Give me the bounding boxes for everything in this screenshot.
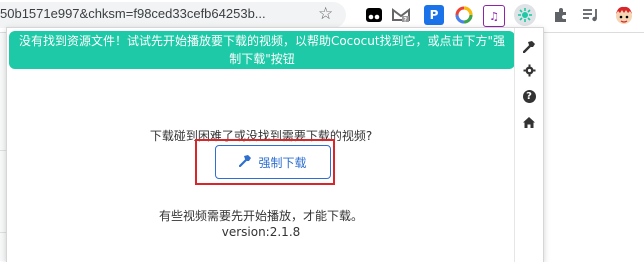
url-text[interactable]: 50b1571e997&chksm=f98ced33cefb64253b... <box>0 6 266 21</box>
hammer-icon <box>239 154 252 170</box>
version-text: version:2.1.8 <box>221 225 301 239</box>
force-download-label: 强制下载 <box>258 155 307 170</box>
puzzle-icon[interactable] <box>551 5 571 25</box>
force-download-button[interactable]: 强制下载 <box>215 145 331 179</box>
address-bar[interactable]: 50b1571e997&chksm=f98ced33cefb64253b... … <box>0 2 346 28</box>
avatar-icon[interactable] <box>612 3 636 27</box>
cococut-icon[interactable] <box>514 4 536 26</box>
help-icon[interactable]: ? <box>521 88 537 104</box>
notice-banner: 没有找到资源文件！试试先开始播放要下载的视频，以帮助Cococut找到它，或点击… <box>9 31 515 69</box>
star-icon[interactable]: ☆ <box>318 4 333 24</box>
playlist-icon[interactable] <box>581 5 601 25</box>
hint-text: 有些视频需要先开始播放，才能下载。 <box>158 209 363 223</box>
svg-text:?: ? <box>404 17 408 24</box>
gear-icon[interactable] <box>521 62 537 78</box>
hammer-icon[interactable] <box>521 38 537 54</box>
question-mark: ? <box>522 89 536 103</box>
gmail-icon[interactable]: ? <box>391 5 411 25</box>
music-icon[interactable]: ♫ <box>483 5 505 27</box>
p-icon[interactable]: P <box>424 5 444 25</box>
extension-popup: 没有找到资源文件！试试先开始播放要下载的视频，以帮助Cococut找到它，或点击… <box>6 27 544 262</box>
home-icon[interactable] <box>521 114 537 130</box>
color-wheel-icon[interactable] <box>454 5 474 25</box>
tampermonkey-icon[interactable] <box>364 5 384 25</box>
popup-sidebar: ? <box>514 28 543 262</box>
